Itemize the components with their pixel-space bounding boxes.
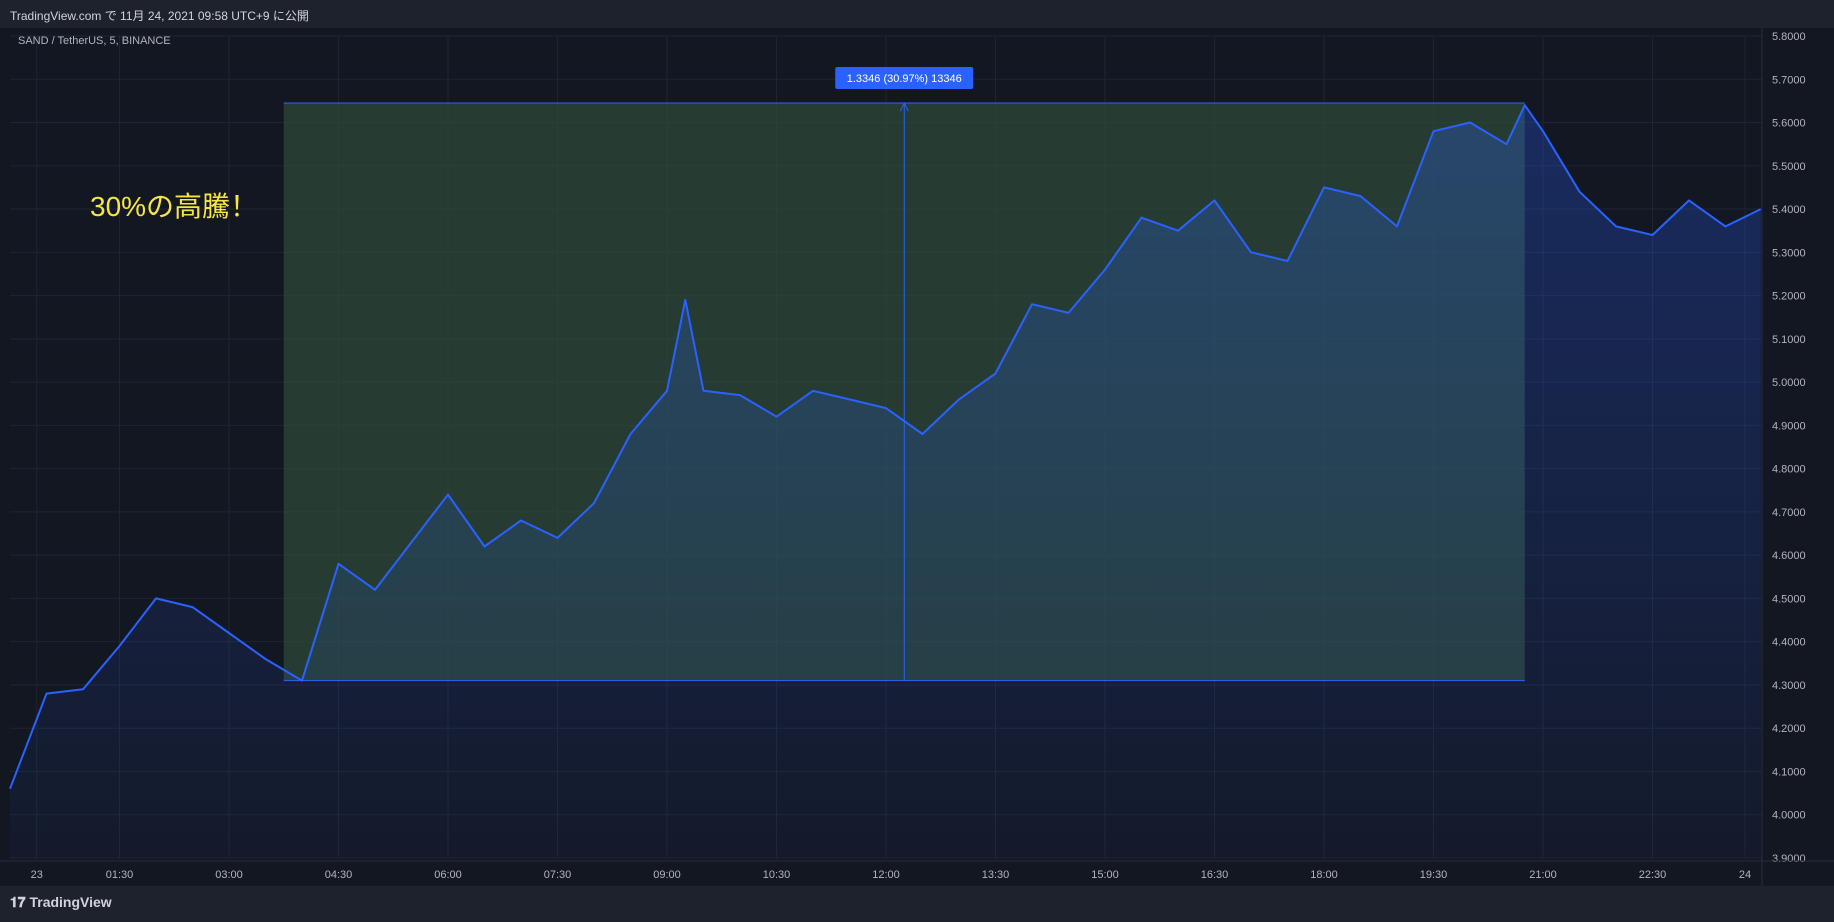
y-tick-label: 3.9000: [1772, 853, 1806, 865]
x-tick-label: 21:00: [1529, 869, 1557, 881]
y-tick-label: 5.4000: [1772, 204, 1806, 216]
tradingview-logo[interactable]: 𝟏𝟕 TradingView: [10, 894, 112, 911]
y-tick-label: 4.6000: [1772, 550, 1806, 562]
y-tick-label: 4.8000: [1772, 464, 1806, 476]
chart-area[interactable]: 1.3346 (30.97%) 13346 5.8000 5.7000 5.6000…: [0, 28, 1834, 886]
annotation-text: 30%の高騰！: [90, 191, 258, 222]
y-tick-label: 5.2000: [1772, 291, 1806, 303]
x-tick-label: 22:30: [1639, 869, 1667, 881]
x-tick-label: 09:00: [653, 869, 681, 881]
x-tick-label: 24: [1739, 869, 1751, 881]
x-tick-label: 10:30: [763, 869, 791, 881]
tv-logo-icon: 𝟏𝟕: [10, 894, 30, 910]
x-tick-label: 01:30: [106, 869, 134, 881]
price-chart[interactable]: 1.3346 (30.97%) 13346 5.8000 5.7000 5.6000…: [0, 28, 1834, 886]
y-tick-label: 4.5000: [1772, 593, 1806, 605]
y-tick-label: 5.8000: [1772, 31, 1806, 43]
y-tick-label: 5.1000: [1772, 334, 1806, 346]
x-tick-label: 23: [31, 869, 43, 881]
measure-label: 1.3346 (30.97%) 13346: [847, 73, 962, 85]
x-tick-label: 07:30: [544, 869, 572, 881]
y-tick-label: 4.2000: [1772, 723, 1806, 735]
x-tick-label: 12:00: [872, 869, 900, 881]
x-tick-label: 06:00: [434, 869, 462, 881]
y-tick-label: 5.3000: [1772, 247, 1806, 259]
y-tick-label: 4.4000: [1772, 637, 1806, 649]
symbol-title: SAND / TetherUS, 5, BINANCE: [18, 35, 171, 47]
x-tick-label: 19:30: [1420, 869, 1448, 881]
y-tick-label: 4.1000: [1772, 766, 1806, 778]
y-tick-label: 5.6000: [1772, 118, 1806, 130]
y-tick-label: 5.0000: [1772, 377, 1806, 389]
x-tick-label: 15:00: [1091, 869, 1119, 881]
y-tick-label: 5.7000: [1772, 74, 1806, 86]
footer: 𝟏𝟕 TradingView: [0, 886, 1834, 922]
y-tick-label: 4.3000: [1772, 680, 1806, 692]
y-tick-label: 4.9000: [1772, 420, 1806, 432]
x-tick-label: 03:00: [215, 869, 243, 881]
published-info: TradingView.com で 11月 24, 2021 09:58 UTC…: [10, 9, 309, 23]
x-tick-label: 18:00: [1310, 869, 1338, 881]
x-tick-label: 16:30: [1201, 869, 1229, 881]
x-tick-label: 04:30: [325, 869, 353, 881]
tv-logo-text: TradingView: [29, 894, 112, 910]
chart-header: TradingView.com で 11月 24, 2021 09:58 UTC…: [0, 0, 1834, 28]
y-tick-label: 4.7000: [1772, 507, 1806, 519]
y-tick-label: 5.5000: [1772, 161, 1806, 173]
y-tick-label: 4.0000: [1772, 810, 1806, 822]
x-tick-label: 13:30: [982, 869, 1010, 881]
